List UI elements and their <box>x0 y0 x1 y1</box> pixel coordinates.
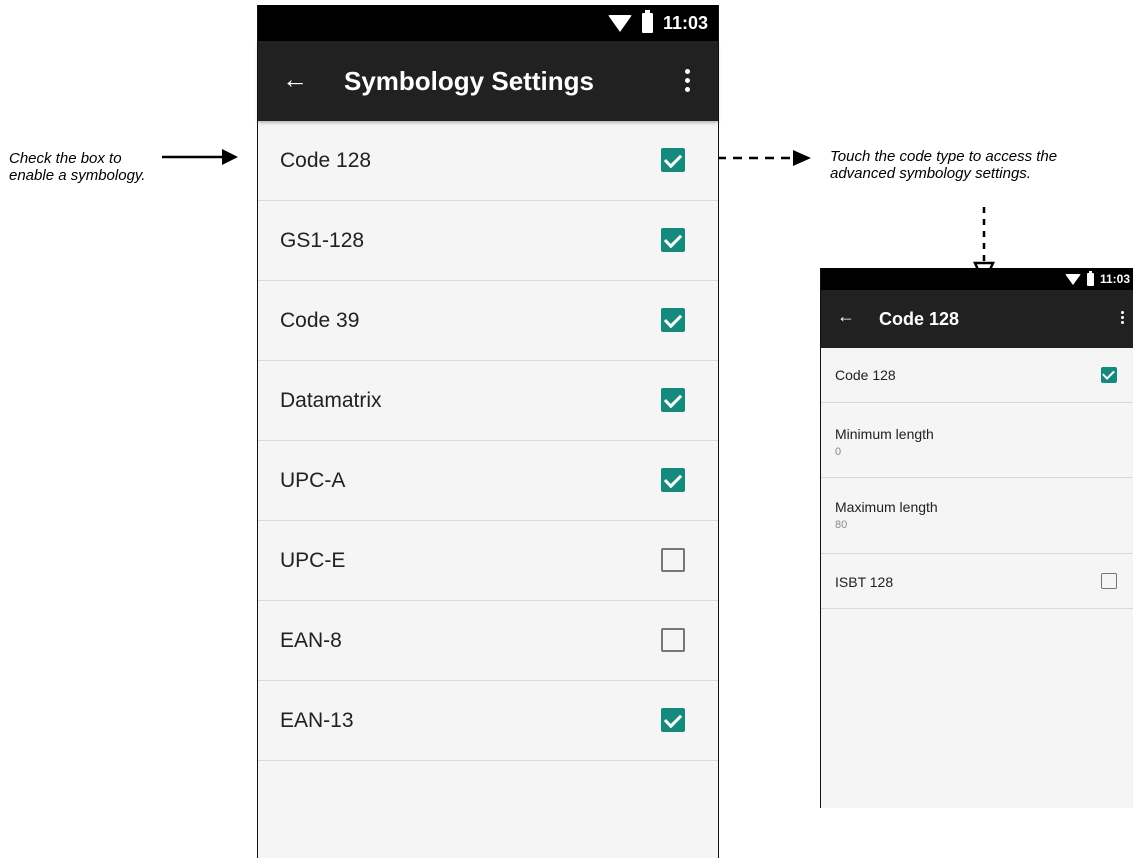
enable-checkbox[interactable] <box>661 388 685 412</box>
symbology-label[interactable]: Code 128 <box>280 149 371 173</box>
right-callout-arrow <box>717 150 811 166</box>
left-callout: Check the box to enable a symbology. <box>9 150 145 184</box>
wifi-icon <box>1064 273 1081 285</box>
page-title: Code 128 <box>879 309 960 329</box>
setting-label: Maximum length <box>835 499 938 515</box>
setting-value: 0 <box>835 446 842 458</box>
symbology-row[interactable]: Code 128 <box>258 121 718 201</box>
wifi-icon <box>607 14 632 32</box>
symbology-settings-screen: 11:03 ← Symbology Settings Code 128 GS1-1… <box>257 5 719 858</box>
symbology-label[interactable]: UPC-A <box>280 469 345 493</box>
app-bar: ← Code 128 <box>821 290 1133 348</box>
battery-icon <box>1086 270 1094 286</box>
symbology-row[interactable]: Code 39 <box>258 281 718 361</box>
right-callout-line-1: Touch the code type to access the <box>830 148 1058 165</box>
left-callout-line-2: enable a symbology. <box>9 167 146 184</box>
symbology-list: Code 128 GS1-128 Code 39 Datamatrix UPC-A UPC… <box>258 121 718 761</box>
setting-row-maximum-length[interactable]: Maximum length 80 <box>821 478 1133 554</box>
page-title: Symbology Settings <box>344 66 594 96</box>
enable-checkbox[interactable] <box>661 148 685 172</box>
setting-row-enable[interactable]: Code 128 <box>821 348 1133 403</box>
symbology-label[interactable]: EAN-13 <box>280 709 354 733</box>
enable-checkbox[interactable] <box>1101 367 1117 383</box>
symbology-row[interactable]: UPC-E <box>258 521 718 601</box>
setting-row-minimum-length[interactable]: Minimum length 0 <box>821 403 1133 478</box>
setting-label: Minimum length <box>835 426 934 442</box>
symbology-label[interactable]: GS1-128 <box>280 229 364 253</box>
symbology-row[interactable]: GS1-128 <box>258 201 718 281</box>
back-arrow-icon[interactable]: ← <box>837 306 855 327</box>
symbology-row[interactable]: EAN-13 <box>258 681 718 761</box>
status-bar: 11:03 <box>258 5 718 41</box>
isbt-128-checkbox[interactable] <box>1101 573 1117 589</box>
symbology-label[interactable]: Code 39 <box>280 309 359 333</box>
enable-checkbox[interactable] <box>661 468 685 492</box>
setting-label: ISBT 128 <box>835 574 894 590</box>
status-bar: 11:03 <box>821 268 1133 290</box>
left-callout-line-1: Check the box to <box>9 150 122 167</box>
status-time: 11:03 <box>1099 272 1130 286</box>
setting-value: 80 <box>835 519 848 531</box>
symbology-row[interactable]: UPC-A <box>258 441 718 521</box>
right-callout-line-2: advanced symbology settings. <box>830 165 1031 182</box>
enable-checkbox[interactable] <box>661 548 685 572</box>
app-bar: ← Symbology Settings <box>258 41 718 121</box>
enable-checkbox[interactable] <box>661 708 685 732</box>
battery-icon <box>641 10 653 33</box>
setting-label: Code 128 <box>835 367 896 383</box>
symbology-row[interactable]: Datamatrix <box>258 361 718 441</box>
symbology-label[interactable]: EAN-8 <box>280 629 342 653</box>
overflow-menu-icon[interactable] <box>1121 311 1124 324</box>
back-arrow-icon[interactable]: ← <box>282 64 308 95</box>
enable-checkbox[interactable] <box>661 308 685 332</box>
setting-row-isbt-128[interactable]: ISBT 128 <box>821 554 1133 609</box>
status-time: 11:03 <box>662 12 708 33</box>
enable-checkbox[interactable] <box>661 228 685 252</box>
symbology-label[interactable]: Datamatrix <box>280 389 382 413</box>
symbology-label[interactable]: UPC-E <box>280 549 345 573</box>
overflow-menu-icon[interactable] <box>685 69 690 92</box>
symbology-row[interactable]: EAN-8 <box>258 601 718 681</box>
left-callout-arrow <box>162 149 238 165</box>
code-128-settings-screen: 11:03 ← Code 128 Code 128 Minimum length… <box>820 268 1133 808</box>
right-callout: Touch the code type to access the advanc… <box>830 148 1057 182</box>
enable-checkbox[interactable] <box>661 628 685 652</box>
